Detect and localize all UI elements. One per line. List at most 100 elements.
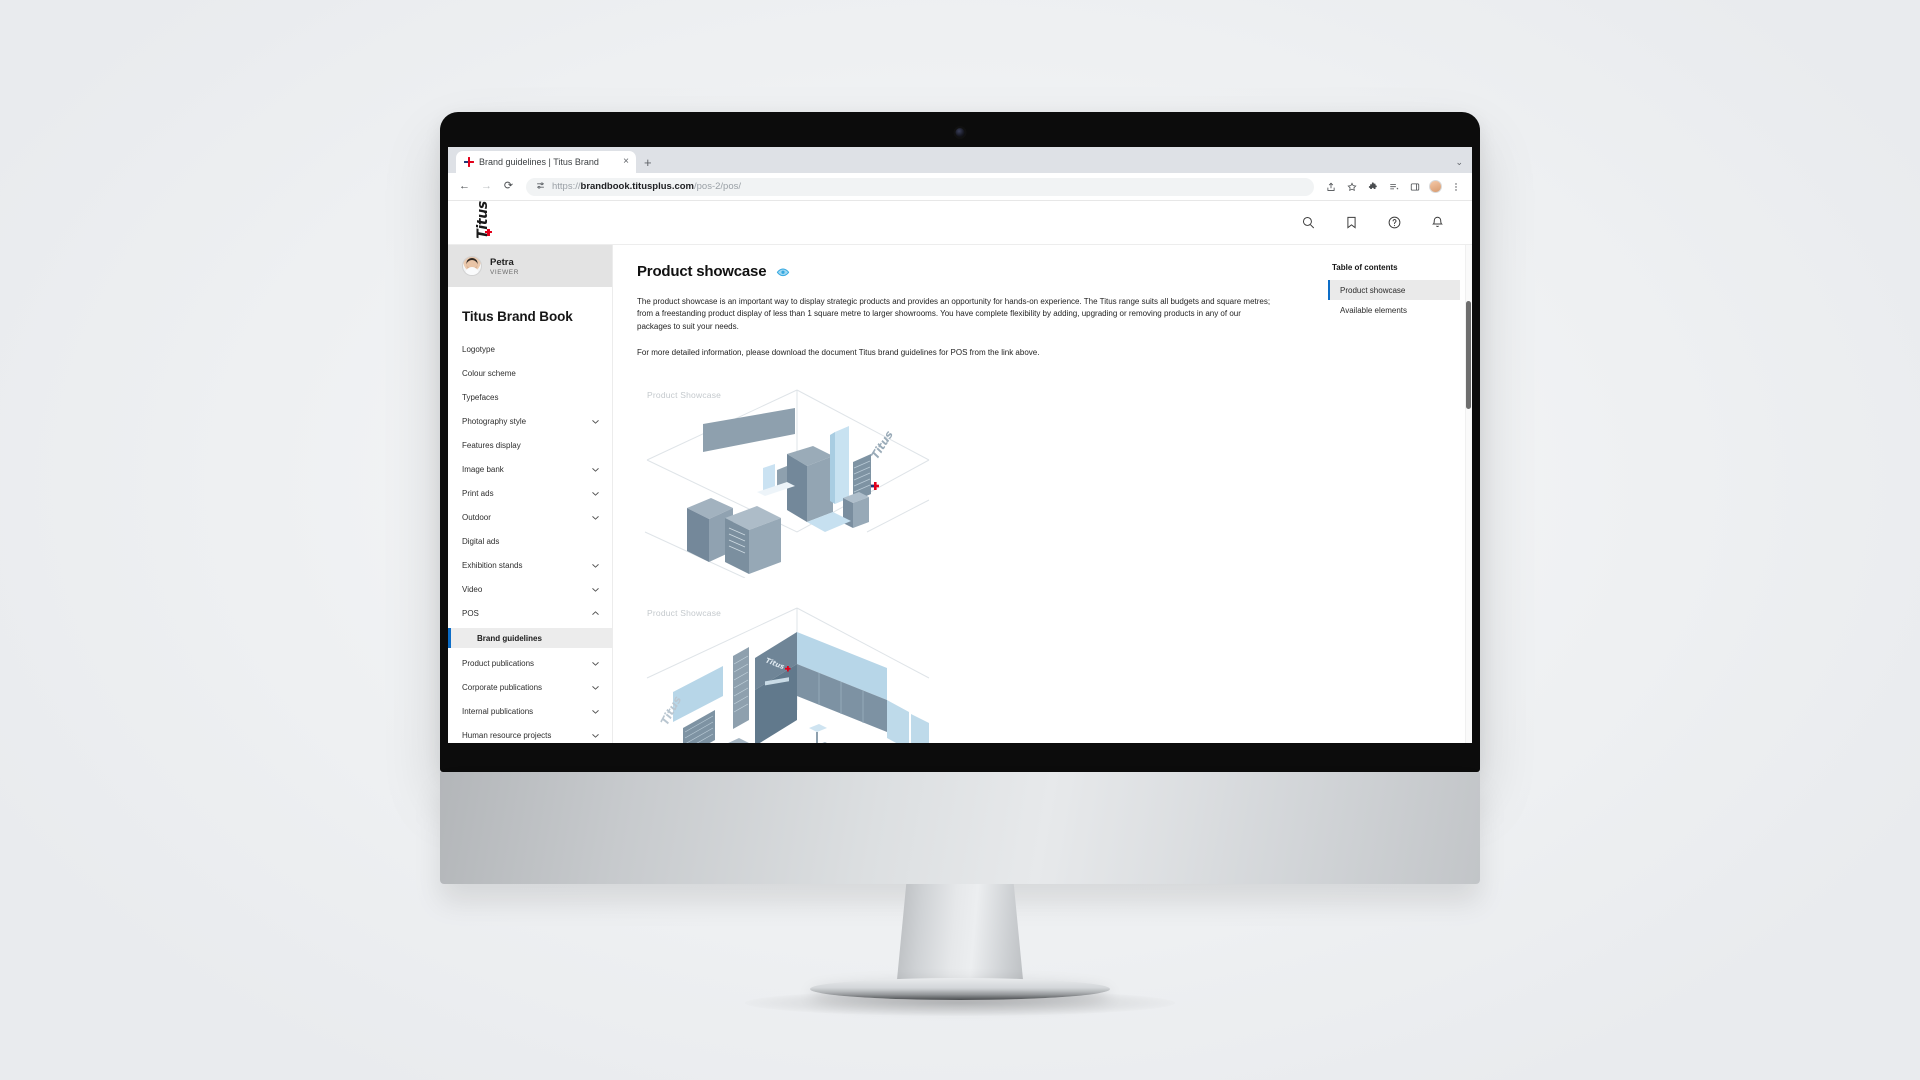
eye-icon[interactable] [776,265,790,279]
scrollbar-thumb[interactable] [1466,301,1471,409]
sidebar-item-photography-style[interactable]: Photography style [448,412,612,430]
web-page: Titus Petra VIEWER Titus Brand Book Logo… [448,201,1472,743]
help-icon[interactable] [1386,214,1403,231]
illustration-2: Product Showcase Titus Titus [637,600,1298,743]
reading-list-icon[interactable] [1387,180,1401,194]
reload-button[interactable]: ⟳ [501,179,516,194]
chevron-down-icon[interactable] [591,731,600,740]
app-header: Titus [448,201,1472,245]
sidebar-item-digital-ads[interactable]: Digital ads [448,532,612,550]
sidebar-item-human-resource-projects[interactable]: Human resource projects [448,726,612,743]
sidebar-subitem-brand-guidelines[interactable]: Brand guidelines [448,628,612,648]
tab-close-icon[interactable]: × [623,157,629,167]
sidebar-item-pos[interactable]: POS [448,604,612,622]
side-panel-icon[interactable] [1408,180,1422,194]
imac-monitor: Brand guidelines | Titus Brand × + ⌄ ← →… [440,112,1480,1016]
chevron-up-icon[interactable] [591,609,600,618]
chevron-down-icon[interactable] [591,585,600,594]
site-settings-icon[interactable] [536,181,545,192]
sidebar-item-internal-publications[interactable]: Internal publications [448,702,612,720]
url-domain: brandbook.titusplus.com [580,181,694,192]
paragraph-2: For more detailed information, please do… [637,348,1040,358]
sidebar-item-label: Typefaces [462,392,499,402]
titus-favicon-icon [464,157,474,167]
paragraph-1: The product showcase is an important way… [637,297,1271,331]
toc-item-label: Available elements [1340,305,1408,315]
product-showcase-isometric-2: Titus Titus [646,607,930,743]
sidebar-item-label: Photography style [462,416,527,426]
sidebar-item-label: Colour scheme [462,368,516,378]
svg-text:Titus: Titus [869,428,897,461]
sidebar-item-label: Video [462,584,483,594]
chrome-menu-icon[interactable] [1449,180,1463,194]
notification-bell-icon[interactable] [1429,214,1446,231]
sidebar-item-label: Print ads [462,488,494,498]
sidebar-item-label: Image bank [462,464,504,474]
sidebar-item-outdoor[interactable]: Outdoor [448,508,612,526]
chevron-down-icon[interactable] [591,561,600,570]
webcam-icon [955,128,965,137]
toc-item-available-elements[interactable]: Available elements [1328,300,1460,320]
chevron-down-icon[interactable] [591,683,600,692]
search-icon[interactable] [1300,214,1317,231]
sidebar-item-print-ads[interactable]: Print ads [448,484,612,502]
extensions-puzzle-icon[interactable] [1366,180,1380,194]
bookmark-star-icon[interactable] [1345,180,1359,194]
sidebar-title: Titus Brand Book [462,309,573,324]
browser-toolbar: ← → ⟳ https://brandbook.titusplus.com/po… [448,173,1472,201]
user-role-badge: VIEWER [490,268,519,276]
sidebar-item-features-display[interactable]: Features display [448,436,612,454]
title-row: Product showcase [637,263,1298,280]
table-of-contents: Table of contents Product showcase Availa… [1322,245,1472,743]
sidebar-item-corporate-publications[interactable]: Corporate publications [448,678,612,696]
url-text: https://brandbook.titusplus.com/pos-2/po… [552,181,741,192]
sidebar-item-typefaces[interactable]: Typefaces [448,388,612,406]
address-bar[interactable]: https://brandbook.titusplus.com/pos-2/po… [526,177,1314,196]
sidebar-item-label: Logotype [462,344,495,354]
monitor-screen: Brand guidelines | Titus Brand × + ⌄ ← →… [448,147,1472,743]
monitor-chin [440,772,1480,884]
avatar [462,256,482,276]
sidebar-item-label: Digital ads [462,536,500,546]
forward-button[interactable]: → [479,179,494,194]
toc-item-product-showcase[interactable]: Product showcase [1328,280,1460,300]
monitor-stand-neck [896,884,1024,990]
sidebar-item-video[interactable]: Video [448,580,612,598]
tab-search-chevron-icon[interactable]: ⌄ [1455,157,1463,168]
url-path: /pos-2/pos/ [694,181,741,192]
sidebar-item-logotype[interactable]: Logotype [448,340,612,358]
back-button[interactable]: ← [457,179,472,194]
sidebar-item-label: POS [462,608,479,618]
chevron-down-icon[interactable] [591,659,600,668]
browser-tab[interactable]: Brand guidelines | Titus Brand × [456,151,636,173]
tab-title: Brand guidelines | Titus Brand [479,157,599,167]
monitor-shadow [745,990,1175,1016]
chevron-down-icon[interactable] [591,465,600,474]
article: Product showcase The product showcase is… [613,245,1322,743]
illustration-caption: Product Showcase [647,607,722,618]
page-scrollbar[interactable] [1465,245,1472,743]
new-tab-button[interactable]: + [644,156,652,169]
product-showcase-isometric-1: Titus [644,389,930,579]
sidebar-item-product-publications[interactable]: Product publications [448,654,612,672]
browser-tabbar: Brand guidelines | Titus Brand × + ⌄ [448,147,1472,173]
titus-logo[interactable]: Titus [470,201,496,238]
share-icon[interactable] [1324,180,1338,194]
page-title: Product showcase [637,263,767,280]
chevron-down-icon[interactable] [591,707,600,716]
sidebar-subitem-label: Brand guidelines [477,633,542,643]
url-prefix: https:// [552,181,581,192]
bookmark-icon[interactable] [1343,214,1360,231]
chevron-down-icon[interactable] [591,489,600,498]
main-content: Product showcase The product showcase is… [613,245,1472,743]
sidebar-item-label: Outdoor [462,512,491,522]
user-card[interactable]: Petra VIEWER [448,245,612,287]
chevron-down-icon[interactable] [591,513,600,522]
sidebar-item-exhibition-stands[interactable]: Exhibition stands [448,556,612,574]
sidebar-item-label: Exhibition stands [462,560,523,570]
profile-avatar[interactable] [1429,180,1442,193]
sidebar-item-colour-scheme[interactable]: Colour scheme [448,364,612,382]
chevron-down-icon[interactable] [591,417,600,426]
user-name: Petra [490,256,514,268]
sidebar-item-image-bank[interactable]: Image bank [448,460,612,478]
